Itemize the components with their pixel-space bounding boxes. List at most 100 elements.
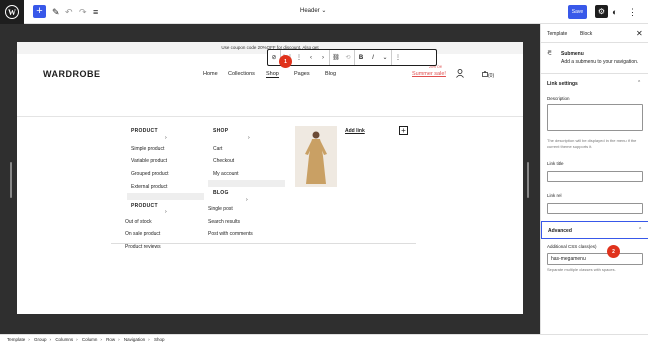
link-settings-heading[interactable]: Link settings [547,81,578,87]
link-icon[interactable]: ⛓ [330,50,342,65]
nav-shop[interactable]: Shop [266,71,279,78]
add-link-button[interactable]: Add link [345,128,365,134]
block-options-icon[interactable]: ⋮ [392,50,404,65]
megamenu-item[interactable]: Cart [213,146,222,152]
megamenu-separator [127,193,204,200]
sidebar-divider [541,73,648,74]
chevron-right-icon: › [118,337,120,342]
more-formatting-icon[interactable]: ⌄ [379,50,391,65]
megamenu-item[interactable]: Out of stock [125,219,152,225]
editor-canvas: Use coupon code 20%OFF for discount. Als… [0,24,540,334]
chevron-right-icon: › [49,337,52,342]
megamenu-item[interactable]: On sale product [125,231,160,237]
chevron-down-icon: ⌄ [321,8,327,14]
convert-to-link-icon[interactable]: ⟲ [342,50,354,65]
megamenu-heading[interactable]: SHOP [213,128,228,134]
megamenu-item[interactable]: Search results [208,219,240,225]
sidebar-divider [541,42,648,43]
settings-sidebar: Template Block ✕ ⋷ Submenu Add a submenu… [540,24,648,334]
resize-handle-left[interactable] [10,162,12,198]
resize-handle-right[interactable] [527,162,529,198]
chevron-icon: › [248,135,250,141]
megamenu-item[interactable]: External product [131,184,167,190]
megamenu-item[interactable]: Grouped product [131,171,169,177]
megamenu-item[interactable]: Checkout [213,158,234,164]
chevron-icon: › [165,209,167,215]
undo-icon[interactable]: ↶ [65,5,73,19]
step-marker-2: 2 [607,245,620,258]
chevron-icon: › [246,197,248,203]
add-block-plus-icon[interactable]: + [399,126,408,135]
tab-template[interactable]: Template [547,31,567,37]
link-title-field[interactable] [547,171,643,182]
more-options-icon[interactable]: ⋮ [628,5,637,19]
css-classes-help: Separate multiple classes with spaces. [547,267,616,272]
block-title: Submenu [561,51,584,57]
move-left-icon[interactable]: ‹ [305,50,317,65]
megamenu-item[interactable]: Product reviews [125,244,161,250]
nav-home[interactable]: Home [203,71,218,77]
breadcrumb-item[interactable]: Column [82,337,98,342]
link-rel-label: Link rel [547,193,562,198]
product-image[interactable] [295,126,337,187]
chevron-right-icon: › [100,337,102,342]
nav-pages[interactable]: Pages [294,71,310,77]
megamenu-bottom-divider [111,243,416,244]
description-help: The description will be displayed in the… [547,138,637,149]
description-label: Description [547,96,570,101]
step-marker-1: 1 [279,55,292,68]
breadcrumb-item[interactable]: Template [7,337,25,342]
top-toolbar: W + ✎ ↶ ↷ ≡ Header ⌄ Save ⚙ ◐ ⋮ [0,0,648,24]
breadcrumb-item[interactable]: Navigation [124,337,145,342]
cart-count: (0) [488,73,495,79]
link-rel-field[interactable] [547,203,643,214]
edit-icon[interactable]: ✎ [52,5,60,19]
breadcrumb-item[interactable]: Row [106,337,115,342]
site-logo[interactable]: WARDROBE [43,69,101,79]
summer-sale-link[interactable]: Summer sale! [412,71,446,77]
drag-handle-icon[interactable]: ⋮ [293,50,305,65]
add-block-button[interactable]: + [33,5,46,18]
megamenu-item[interactable]: Simple product [131,146,164,152]
redo-icon[interactable]: ↷ [79,5,87,19]
megamenu-item[interactable]: My account [213,171,239,177]
megamenu-heading[interactable]: PRODUCT [131,203,158,209]
cart-icon[interactable]: (0) [482,71,494,79]
css-classes-field[interactable]: has-megamenu [547,253,643,265]
italic-icon[interactable]: I [367,50,379,65]
megamenu-separator [208,180,285,187]
submenu-block-icon: ⋷ [547,50,553,57]
save-button[interactable]: Save [568,5,587,19]
breadcrumb-item[interactable]: Shop [154,337,165,342]
styles-icon[interactable]: ◐ [612,5,617,19]
chevron-up-icon: ⌃ [638,227,643,233]
description-field[interactable] [547,104,643,131]
link-title-label: Link title [547,161,564,166]
chevron-right-icon: › [148,337,150,342]
wordpress-logo[interactable]: W [0,0,24,24]
move-right-icon[interactable]: › [317,50,329,65]
block-toolbar: ⊘ ⋮⋮ ⋮ ‹ › ⛓ ⟲ B I ⌄ ⋮ [267,49,437,66]
chevron-right-icon: › [28,337,30,342]
account-icon[interactable] [456,69,464,80]
breadcrumb-item[interactable]: Group [34,337,47,342]
chevron-up-icon[interactable]: ⌃ [637,80,641,86]
megamenu-item[interactable]: Variable product [131,158,167,164]
advanced-heading: Advanced [548,228,572,234]
document-title[interactable]: Header ⌄ [300,7,326,14]
chevron-right-icon: › [76,337,78,342]
nav-collections[interactable]: Collections [228,71,255,77]
header-divider [17,116,523,117]
breadcrumb-item[interactable]: Columns [55,337,73,342]
megamenu-item[interactable]: Single post [208,206,233,212]
advanced-panel-header[interactable]: Advanced ⌃ [541,221,648,239]
nav-blog[interactable]: Blog [325,71,336,77]
megamenu-heading[interactable]: PRODUCT [131,128,158,134]
settings-gear-icon[interactable]: ⚙ [595,5,608,18]
document-overview-icon[interactable]: ≡ [93,5,98,19]
bold-icon[interactable]: B [355,50,367,65]
css-classes-label: Additional CSS class(es) [547,244,597,249]
megamenu-item[interactable]: Post with comments [208,231,253,237]
close-icon[interactable]: ✕ [636,29,643,38]
megamenu-heading[interactable]: BLOG [213,190,229,196]
